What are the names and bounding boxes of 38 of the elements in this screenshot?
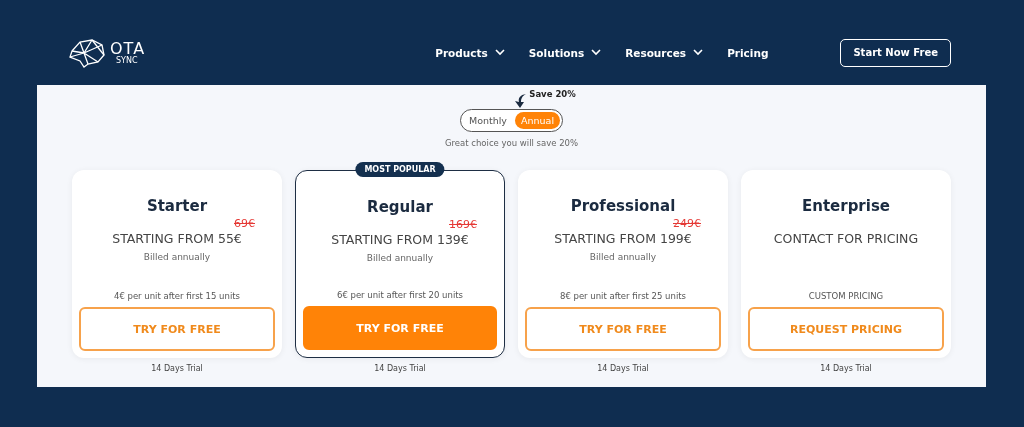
unit-price-note: 6€ per unit after first 20 units	[336, 290, 464, 300]
brain-logo-icon	[68, 36, 106, 69]
savings-hint: Great choice you will save 20%	[444, 138, 579, 148]
logo-title: OTA	[110, 40, 146, 57]
plan-name: Professional	[570, 197, 676, 215]
price-text: STARTING FROM 139€	[331, 232, 469, 247]
popular-badge: MOST POPULAR	[355, 162, 445, 177]
trial-note: 14 Days Trial	[597, 364, 649, 373]
curved-arrow-icon	[513, 93, 528, 109]
trial-note: 14 Days Trial	[374, 364, 426, 373]
nav-link[interactable]: Solutions	[528, 46, 602, 59]
trial-note: 14 Days Trial	[820, 364, 872, 373]
plan-name: Enterprise	[801, 197, 890, 215]
billing-note: Billed annually	[366, 253, 434, 265]
nav-link[interactable]: Pricing	[727, 46, 769, 59]
price-text: STARTING FROM 199€	[554, 231, 692, 246]
chevron-down-icon	[591, 49, 602, 56]
old-price: 249€	[673, 217, 701, 231]
unit-price-note: CUSTOM PRICING	[808, 291, 884, 301]
logo-subtitle: SYNC	[116, 56, 139, 65]
plan-name: Starter	[146, 197, 208, 215]
nav-link[interactable]: Products	[435, 46, 505, 59]
old-price: 169€	[449, 218, 477, 232]
chevron-down-icon	[494, 49, 505, 56]
billing-note: Billed annually	[589, 252, 657, 264]
trial-note: 14 Days Trial	[151, 364, 203, 373]
unit-price-note: 8€ per unit after first 25 units	[559, 291, 687, 301]
unit-price-note: 4€ per unit after first 15 units	[113, 291, 241, 301]
old-price: 69€	[234, 217, 255, 231]
price-text: STARTING FROM 55€	[112, 231, 242, 246]
save-note: Save 20%	[529, 89, 576, 99]
billing-note: Billed annually	[143, 252, 211, 264]
billing-option[interactable]: Monthly	[462, 112, 513, 129]
nav-link[interactable]: Resources	[625, 46, 704, 59]
price-text: CONTACT FOR PRICING	[773, 231, 919, 246]
start-now-button[interactable]: Start Now Free	[840, 38, 951, 67]
plan-name: Regular	[367, 198, 433, 216]
chevron-down-icon	[693, 49, 704, 56]
